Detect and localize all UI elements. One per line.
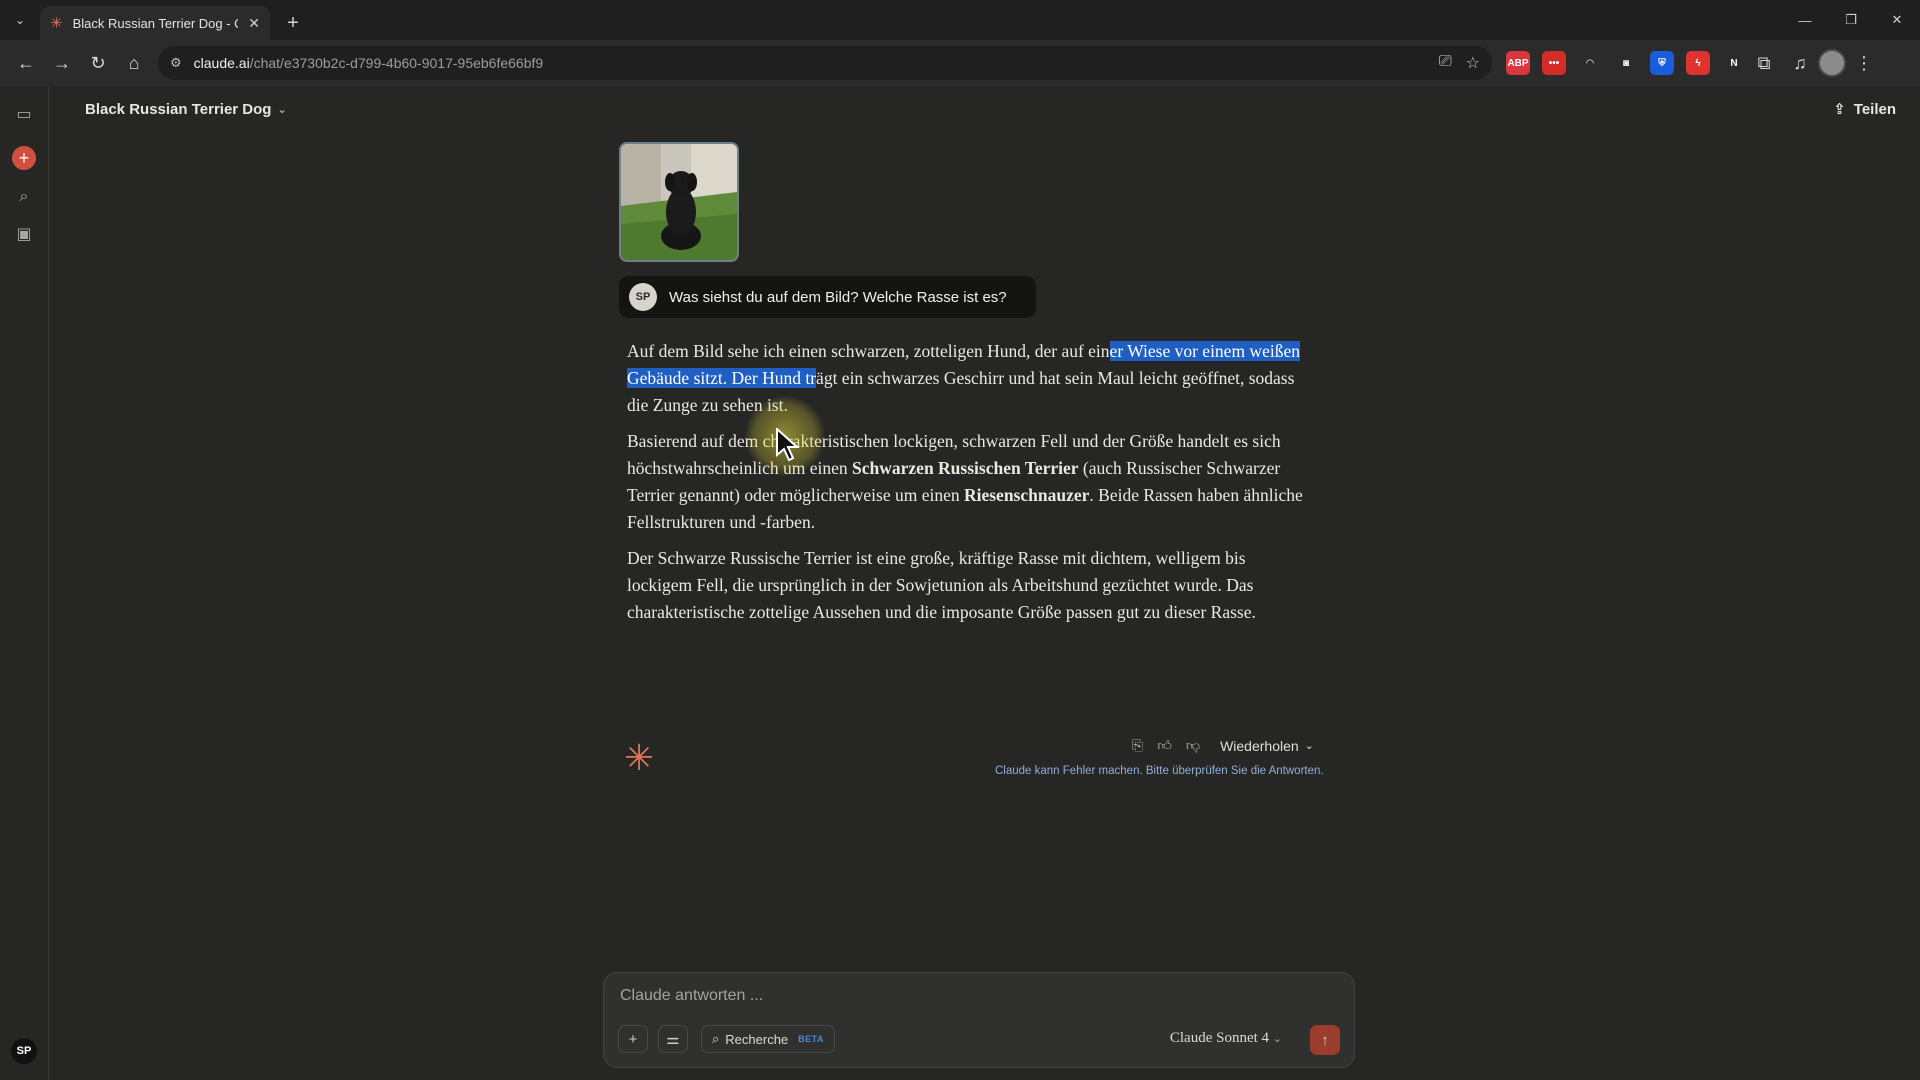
attached-image-thumbnail[interactable] [619,142,739,262]
dog-photo [621,144,737,260]
profile-avatar[interactable] [1818,49,1846,77]
tab-title: Black Russian Terrier Dog - Clau [72,15,239,31]
thumbs-down-icon[interactable]: 👎︎ [1186,737,1200,754]
chevron-down-icon: ⌄ [1272,1033,1282,1045]
plus-icon: + [628,1030,638,1048]
chats-search-icon[interactable]: ⌕ [20,188,29,206]
share-label: Teilen [1853,100,1896,118]
browser-tabstrip: ⌄ ✳ Black Russian Terrier Dog - Clau ✕ +… [0,0,1920,40]
media-controls-icon[interactable]: ♫ [1782,45,1818,81]
claude-app: ▭ + ⌕ ▣ SP Black Russian Terrier Dog ⌄ ⇪… [0,86,1920,1080]
user-message-text: Was siehst du auf dem Bild? Welche Rasse… [669,288,1007,306]
browser-toolbar: ← → ↻ ⌂ ⚙ claude.ai/chat/e3730b2c-d799-4… [0,40,1920,86]
sidebar-toggle-icon[interactable]: ▭ [16,104,31,124]
extension-flash-icon[interactable]: ϟ [1686,51,1710,75]
extension-lastpass-icon[interactable]: ••• [1542,51,1566,75]
search-icon: ⌕ [712,1031,720,1046]
address-bar[interactable]: ⚙ claude.ai/chat/e3730b2c-d799-4b60-9017… [158,46,1492,80]
breed-name-bold: Riesenschnauzer [963,485,1090,505]
thumbs-up-icon[interactable]: 👍︎ [1157,737,1172,754]
url-path: /chat/e3730b2c-d799-4b60-9017-95eb6fe66b… [249,55,544,71]
new-chat-button[interactable]: + [12,146,36,170]
sliders-icon: ⚌ [666,1031,680,1048]
extensions-area: ABP ••• ◠ ◙ ⛨ ϟ N [1506,51,1746,75]
extension-rainbow-icon[interactable]: ◠ [1578,51,1602,75]
mouse-pointer-icon [776,428,800,462]
projects-icon[interactable]: ▣ [16,224,31,244]
response-paragraph: Der Schwarze Russische Terrier ist eine … [627,548,1256,622]
response-paragraph: Auf dem Bild sehe ich einen schwarzen, z… [627,338,1312,419]
extension-camera-icon[interactable]: ◙ [1614,51,1638,75]
claude-favicon-icon: ✳ [50,15,63,32]
extensions-puzzle-icon[interactable]: ⧉ [1746,45,1782,81]
send-button[interactable]: ↑ [1310,1025,1340,1055]
breed-name-bold: Schwarzen Russischen Terrier [852,458,1079,478]
share-button[interactable]: ⇪ Teilen [1833,100,1896,119]
assistant-response: Auf dem Bild sehe ich einen schwarzen, z… [627,338,1312,635]
minimize-icon[interactable]: — [1782,0,1828,40]
share-icon: ⇪ [1833,101,1846,118]
response-actions: ⎘ 👍︎ 👎︎ Wiederholen ⌄ [1132,737,1314,754]
home-icon[interactable]: ⌂ [116,45,152,81]
retry-label: Wiederholen [1220,737,1299,754]
response-paragraph: Basierend auf dem charakteristischen loc… [627,428,1312,536]
extension-bitwarden-icon[interactable]: ⛨ [1650,51,1674,75]
model-label: Claude Sonnet 4 [1169,1030,1270,1046]
retry-button[interactable]: Wiederholen ⌄ [1220,738,1314,754]
model-selector[interactable]: Claude Sonnet 4 ⌄ [1170,1030,1282,1047]
tools-button[interactable]: ⚌ [658,1025,688,1053]
site-settings-icon[interactable]: ⚙ [170,55,182,71]
forward-icon[interactable]: → [44,45,80,81]
left-rail: ▭ + ⌕ ▣ SP [0,86,49,1080]
extension-notion-icon[interactable]: N [1722,51,1746,75]
research-label: Recherche [725,1031,789,1047]
copy-icon[interactable]: ⎘ [1132,737,1143,754]
message-composer[interactable]: Claude antworten ... + ⚌ ⌕ Recherche BET… [603,972,1355,1068]
bookmark-star-icon[interactable]: ☆ [1466,53,1480,73]
research-button[interactable]: ⌕ Recherche BETA [701,1025,835,1053]
chat-title-dropdown[interactable]: Black Russian Terrier Dog ⌄ [85,101,287,118]
arrow-up-icon: ↑ [1321,1031,1329,1049]
close-tab-icon[interactable]: ✕ [248,15,260,32]
user-avatar[interactable]: SP [11,1038,37,1064]
close-window-icon[interactable]: ✕ [1874,0,1920,40]
add-attachment-button[interactable]: + [618,1025,648,1053]
window-controls: — ❐ ✕ [1782,0,1920,40]
disclaimer-text: Claude kann Fehler machen. Bitte überprü… [995,765,1324,777]
chat-title: Black Russian Terrier Dog [85,101,272,118]
chevron-down-icon: ⌄ [1304,740,1314,752]
chevron-down-icon: ⌄ [277,104,287,116]
user-message-avatar: SP [629,283,657,311]
beta-badge: BETA [798,1034,824,1044]
browser-tab-active[interactable]: ✳ Black Russian Terrier Dog - Clau ✕ [40,6,270,40]
restore-icon[interactable]: ❐ [1828,0,1874,40]
new-tab-button[interactable]: + [276,6,310,40]
user-message-bubble: SP Was siehst du auf dem Bild? Welche Ra… [619,276,1036,318]
browser-menu-icon[interactable]: ⋮ [1846,45,1882,81]
extension-abp-icon[interactable]: ABP [1506,51,1530,75]
reload-icon[interactable]: ↻ [80,45,116,81]
reply-input[interactable]: Claude antworten ... [620,987,763,1005]
install-app-icon[interactable]: ⎚ [1439,53,1452,73]
back-icon[interactable]: ← [8,45,44,81]
tab-list-chevron-icon[interactable]: ⌄ [0,0,40,40]
response-text: Auf dem Bild sehe ich einen schwarzen, z… [627,341,1110,361]
claude-logo-icon: ✳ [624,737,655,778]
url-host: claude.ai [193,55,250,71]
